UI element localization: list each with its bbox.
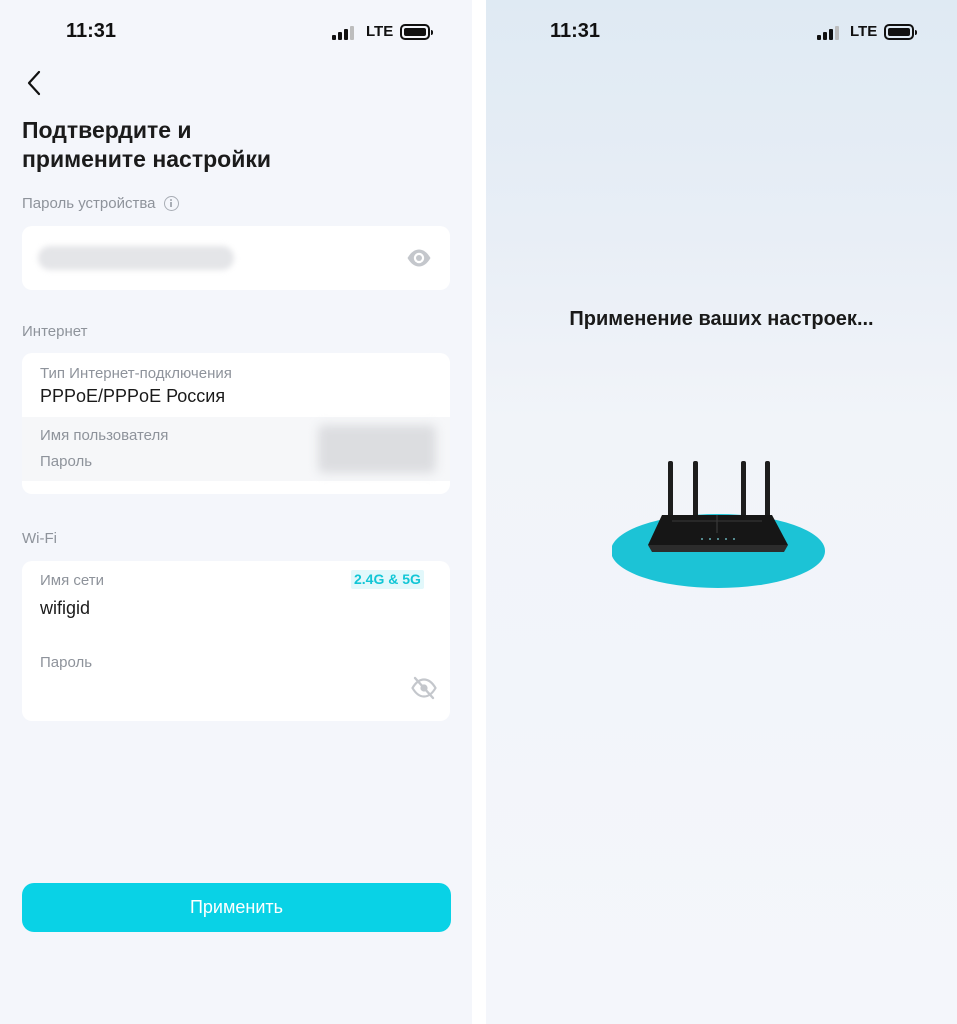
- device-password-label: Пароль устройства: [22, 195, 179, 212]
- credentials-row: Имя пользователя Пароль: [22, 417, 450, 481]
- wifi-password-label: Пароль: [40, 654, 93, 671]
- band-badge: 2.4G & 5G: [351, 570, 424, 589]
- battery-icon: [400, 24, 433, 40]
- router-icon: [612, 461, 825, 588]
- username-label: Имя пользователя: [40, 427, 169, 444]
- signal-icon: [332, 24, 356, 40]
- ssid-label: Имя сети: [40, 572, 104, 589]
- settings-confirm-screen: 11:31 LTE Подтвердите и примените настро…: [0, 0, 472, 1024]
- toggle-wifi-password-button[interactable]: [410, 674, 438, 702]
- battery-icon: [884, 24, 917, 40]
- network-type: LTE: [366, 23, 394, 40]
- blurred-credentials: [318, 425, 436, 473]
- apply-button[interactable]: Применить: [22, 883, 451, 932]
- status-bar: 11:31 LTE: [0, 0, 472, 64]
- info-icon[interactable]: [163, 196, 179, 211]
- connection-type-value: PPPoE/PPPoE Россия: [40, 386, 226, 406]
- applying-settings-screen: 11:31 LTE Применение ваших настроек...: [486, 0, 957, 1024]
- wifi-card: Имя сети 2.4G & 5G wifigid Пароль: [22, 561, 450, 721]
- chevron-left-icon: [27, 70, 41, 96]
- applying-message: Применение ваших настроек...: [569, 308, 874, 330]
- internet-section-label: Интернет: [22, 323, 88, 340]
- back-button[interactable]: [20, 66, 50, 100]
- connection-type-label: Тип Интернет-подключения: [40, 365, 232, 382]
- show-password-button[interactable]: [405, 244, 433, 272]
- signal-icon: [817, 24, 841, 40]
- eye-off-icon: [411, 676, 437, 700]
- status-time: 11:31: [66, 20, 117, 42]
- network-type: LTE: [850, 23, 878, 40]
- page-title: Подтвердите и примените настройки: [22, 117, 271, 172]
- status-bar: 11:31 LTE: [486, 0, 957, 64]
- blurred-password-value: [38, 246, 234, 270]
- device-password-label-text: Пароль устройства: [22, 195, 156, 212]
- internet-card: Тип Интернет-подключения PPPoE/PPPoE Рос…: [22, 353, 450, 494]
- password-label: Пароль: [40, 453, 93, 470]
- ssid-value[interactable]: wifigid: [40, 598, 90, 619]
- wifi-section-label: Wi-Fi: [22, 530, 57, 547]
- device-password-field[interactable]: [22, 226, 450, 290]
- status-time: 11:31: [550, 20, 601, 42]
- eye-icon: [407, 249, 431, 267]
